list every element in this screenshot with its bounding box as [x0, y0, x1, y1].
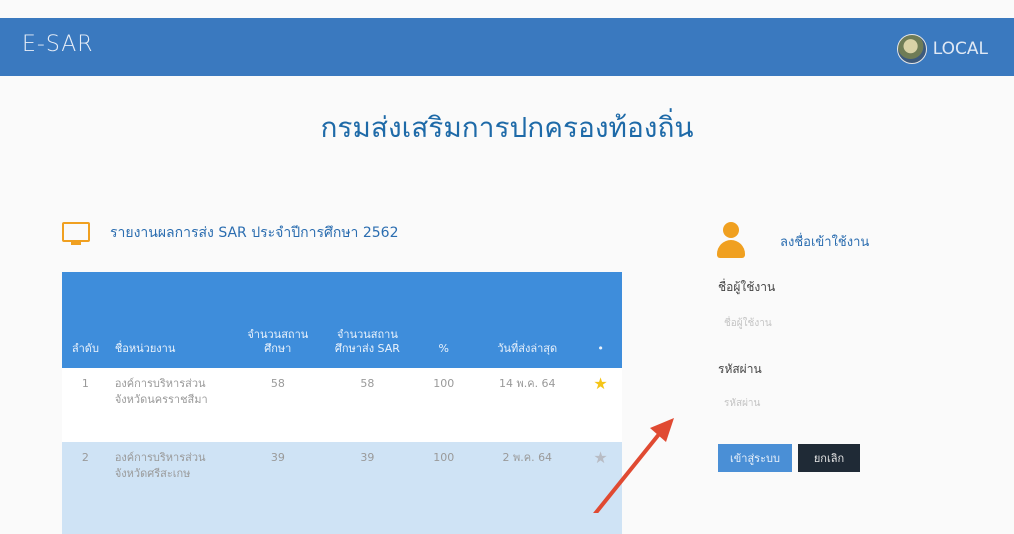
- brand-logo-text[interactable]: E-SAR: [22, 32, 94, 57]
- cell-last-date: 2 พ.ค. 64: [475, 442, 580, 534]
- table-header-row: ลำดับ ชื่อหน่วยงาน จำนวนสถานศึกษา จำนวนส…: [62, 272, 622, 368]
- col-header-agency: ชื่อหน่วยงาน: [108, 272, 234, 368]
- login-button[interactable]: เข้าสู่ระบบ: [718, 444, 792, 472]
- cell-no: 2: [62, 442, 109, 534]
- col-header-extra: •: [579, 272, 622, 368]
- table-row[interactable]: 1 องค์การบริหารส่วนจังหวัดนครราชสีมา 58 …: [62, 368, 622, 442]
- local-link[interactable]: LOCAL: [896, 34, 988, 64]
- star-icon[interactable]: ★: [593, 448, 607, 467]
- report-title: รายงานผลการส่ง SAR ประจำปีการศึกษา 2562: [110, 225, 399, 241]
- cell-schools: 58: [233, 368, 323, 442]
- cell-no: 1: [62, 368, 109, 442]
- cell-last-date: 14 พ.ค. 64: [475, 368, 580, 442]
- col-header-last-date: วันที่ส่งล่าสุด: [475, 272, 580, 368]
- username-input[interactable]: [718, 308, 918, 338]
- cell-agency: องค์การบริหารส่วนจังหวัดศรีสะเกษ: [108, 442, 234, 534]
- cell-schools: 39: [233, 442, 323, 534]
- page-title: กรมส่งเสริมการปกครองท้องถิ่น: [320, 111, 694, 144]
- cell-percent: 100: [412, 368, 476, 442]
- password-label: รหัสผ่าน: [718, 362, 762, 376]
- col-header-schools: จำนวนสถานศึกษา: [233, 272, 323, 368]
- monitor-icon: [62, 222, 90, 245]
- report-heading: รายงานผลการส่ง SAR ประจำปีการศึกษา 2562: [62, 222, 399, 245]
- col-header-no: ลำดับ: [62, 272, 109, 368]
- cancel-button[interactable]: ยกเลิก: [798, 444, 860, 472]
- cell-submitted: 39: [322, 442, 413, 534]
- table-row[interactable]: 2 องค์การบริหารส่วนจังหวัดศรีสะเกษ 39 39…: [62, 442, 622, 534]
- col-header-percent: %: [412, 272, 476, 368]
- local-label: LOCAL: [932, 39, 988, 59]
- password-input[interactable]: [718, 388, 918, 418]
- username-label: ชื่อผู้ใช้งาน: [718, 280, 776, 294]
- cell-percent: 100: [412, 442, 476, 534]
- local-logo-icon: [896, 34, 927, 64]
- star-icon[interactable]: ★: [593, 374, 607, 393]
- cell-agency: องค์การบริหารส่วนจังหวัดนครราชสีมา: [108, 368, 234, 442]
- col-header-submitted: จำนวนสถานศึกษาส่ง SAR: [322, 272, 413, 368]
- top-navbar: E-SAR LOCAL: [0, 18, 1014, 76]
- user-icon: [716, 222, 746, 262]
- cell-submitted: 58: [322, 368, 413, 442]
- login-title: ลงชื่อเข้าใช้งาน: [780, 235, 870, 250]
- sar-report-table: ลำดับ ชื่อหน่วยงาน จำนวนสถานศึกษา จำนวนส…: [62, 272, 622, 534]
